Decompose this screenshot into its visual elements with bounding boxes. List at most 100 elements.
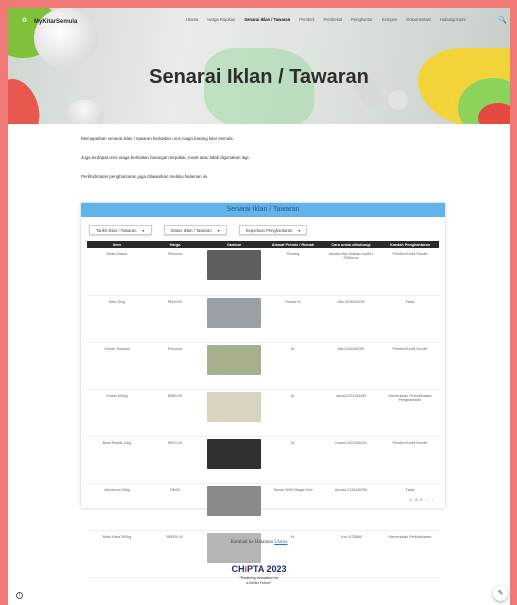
chevron-left-icon[interactable]: ‹: [426, 498, 427, 502]
cell-hubungi: Jamal 0122264430: [321, 389, 381, 437]
search-icon[interactable]: 🔍: [498, 16, 507, 24]
cell-penghantaran: Tiada: [381, 295, 439, 343]
page-range: 1 - 8 / 9: [409, 498, 423, 502]
cell-item: Mesin Basuh: [87, 248, 147, 296]
table-row: Kertas 500kg RM50.00 KL Jamal 0122264430 Mem…: [87, 389, 439, 437]
intro-paragraph: Memaparkan senarai iklan / tawaran berka…: [81, 136, 234, 141]
filter-label: Tarikh Iklan / Tawaran: [96, 227, 137, 233]
cell-image: [203, 483, 265, 531]
pagination: 1 - 8 / 9 ‹ ›: [410, 498, 433, 502]
cell-item: Aluminium 30kg: [87, 483, 147, 531]
filter-bar: Tarikh Iklan / Tawaran ▾ Status Iklan / …: [81, 217, 445, 241]
cell-alamat: Taman SIMH Bagan Buir: [265, 483, 321, 531]
filter-status-dropdown[interactable]: Status Iklan / Tawaran ▾: [163, 225, 227, 235]
table-row: Botol Plastik 10kg RM10.00 KL Kamal 0122264…: [87, 436, 439, 484]
chipta-tagline: "Realizing Innovation for a Better Futur…: [239, 576, 279, 585]
item-photo[interactable]: [207, 391, 261, 422]
cell-harga: Percuma: [147, 342, 203, 390]
cell-harga: RM10.00: [147, 295, 203, 343]
listing-card: Senarai Iklan / Tawaran Tarikh Iklan / T…: [81, 203, 445, 578]
chipta-logo: CHiPTA 2023 "Realizing Innovation for a …: [8, 564, 510, 586]
table-header-row: Item Harga Gambar Alamat Premis / Rumah …: [87, 241, 439, 248]
lightbulb-image: [64, 100, 104, 124]
info-icon[interactable]: i: [16, 592, 23, 599]
cell-hubungi: Ahmad 0126436789: [321, 483, 381, 531]
filter-label: Status Iklan / Tawaran: [170, 227, 212, 233]
column-header[interactable]: Cara untuk dihubungi: [321, 241, 381, 248]
item-photo[interactable]: [207, 532, 261, 563]
cell-penghantaran: Pembeli Ambil Sendiri: [381, 248, 439, 296]
table-row: Kereta Terpakai Percuma KL Mia 0126436789 Pe…: [87, 342, 439, 390]
intro-text: Memaparkan senarai iklan / tawaran berka…: [81, 136, 441, 193]
column-header[interactable]: Gambar: [203, 241, 265, 248]
column-header[interactable]: Kaedah Penghantaran: [381, 241, 439, 248]
nav-item-kempen[interactable]: Kempen: [382, 17, 398, 22]
home-link[interactable]: Utama: [274, 540, 287, 545]
column-header[interactable]: Alamat Premis / Rumah: [265, 241, 321, 248]
nav-item-harga-rujukan[interactable]: Harga Rujukan: [207, 17, 235, 22]
cell-image: [203, 248, 265, 296]
item-photo[interactable]: [207, 344, 261, 375]
main-nav: Utama Harga Rujukan Senarai Iklan / Tawa…: [186, 17, 465, 22]
cell-penghantaran: Pembeli Ambil Sendiri: [381, 342, 439, 390]
recycle-logo-icon: ♻: [20, 17, 29, 26]
hero-banner: ♻ MyKitarSemula Utama Harga Rujukan Sena…: [8, 8, 510, 124]
nav-item-hubungi[interactable]: Hubungi kami: [440, 17, 466, 22]
nav-item-pembeli[interactable]: Pembeli: [299, 17, 314, 22]
back-to-home: Kembali ke Halaman Utama: [8, 540, 510, 545]
intro-paragraph: Perkhidmatan penghantaran juga ditawarka…: [81, 174, 209, 179]
nav-item-penghantar[interactable]: Penghantar: [351, 17, 373, 22]
site-name: MyKitarSemula: [34, 18, 78, 25]
item-photo[interactable]: [207, 297, 261, 328]
cell-hubungi: Abu 0135436789: [321, 295, 381, 343]
cell-image: [203, 295, 265, 343]
table-row: Mesin Basuh Percuma Penang Ahmad http://was…: [87, 248, 439, 296]
chipta-title: CHiPTA 2023: [231, 564, 287, 574]
filter-delivery-dropdown[interactable]: Keperluan Penghantaran ▾: [238, 225, 308, 235]
nav-item-dokumentasi[interactable]: Dokumentasi: [406, 17, 430, 22]
item-photo[interactable]: [207, 485, 261, 516]
cell-item: Botol Plastik 10kg: [87, 436, 147, 484]
cell-alamat: KL: [265, 436, 321, 484]
cell-image: [203, 436, 265, 484]
cell-harga: RM30: [147, 483, 203, 531]
nav-item-senarai-iklan[interactable]: Senarai Iklan / Tawaran: [244, 17, 290, 22]
cell-harga: RM50.00: [147, 389, 203, 437]
cell-item: Kereta Terpakai: [87, 342, 147, 390]
column-header[interactable]: Item: [87, 241, 147, 248]
cell-penghantaran: Tiada: [381, 483, 439, 531]
edit-pencil-icon[interactable]: ✎: [493, 586, 508, 601]
back-text: Kembali ke Halaman: [230, 540, 273, 545]
cell-item: Besi 20kg: [87, 295, 147, 343]
cell-item: Kertas 500kg: [87, 389, 147, 437]
can-image: [388, 90, 408, 110]
cell-harga: Percuma: [147, 248, 203, 296]
cell-penghantaran: Pembeli Ambil Sendiri: [381, 436, 439, 484]
cell-image: [203, 389, 265, 437]
table-row: Aluminium 30kg RM30 Taman SIMH Bagan Buir A…: [87, 483, 439, 531]
item-photo[interactable]: [207, 250, 261, 280]
listing-table: Item Harga Gambar Alamat Premis / Rumah …: [87, 241, 439, 578]
cell-alamat: KL: [265, 389, 321, 437]
cell-alamat: KL: [265, 342, 321, 390]
column-header[interactable]: Harga: [147, 241, 203, 248]
filter-label: Keperluan Penghantaran: [245, 227, 293, 233]
chevron-down-icon: ▾: [142, 227, 145, 233]
cell-hubungi: Mia 0126436789: [321, 342, 381, 390]
nav-item-pembekal[interactable]: Pembekal: [323, 17, 342, 22]
card-title: Senarai Iklan / Tawaran: [81, 203, 445, 217]
chevron-right-icon[interactable]: ›: [432, 498, 433, 502]
cell-hubungi: Ahmad http://wasap.my/601 2286xxxx: [321, 248, 381, 296]
intro-paragraph: Juga terdapat urus niaga berkaitan baran…: [81, 155, 250, 160]
cell-penghantaran: Memerlukan Perkhidmatan Penghantaran: [381, 389, 439, 437]
nav-item-utama[interactable]: Utama: [186, 17, 198, 22]
page-title: Senarai Iklan / Tawaran: [149, 66, 369, 88]
filter-date-dropdown[interactable]: Tarikh Iklan / Tawaran ▾: [89, 225, 152, 235]
item-photo[interactable]: [207, 438, 261, 469]
cell-alamat: Cheras KL: [265, 295, 321, 343]
site-brand[interactable]: ♻ MyKitarSemula: [20, 17, 77, 26]
table-row: Besi 20kg RM10.00 Cheras KL Abu 0135436789 T…: [87, 295, 439, 343]
cell-hubungi: Kamal 0122264430: [321, 436, 381, 484]
chevron-down-icon: ▾: [217, 227, 220, 233]
cell-harga: RM10.00: [147, 436, 203, 484]
